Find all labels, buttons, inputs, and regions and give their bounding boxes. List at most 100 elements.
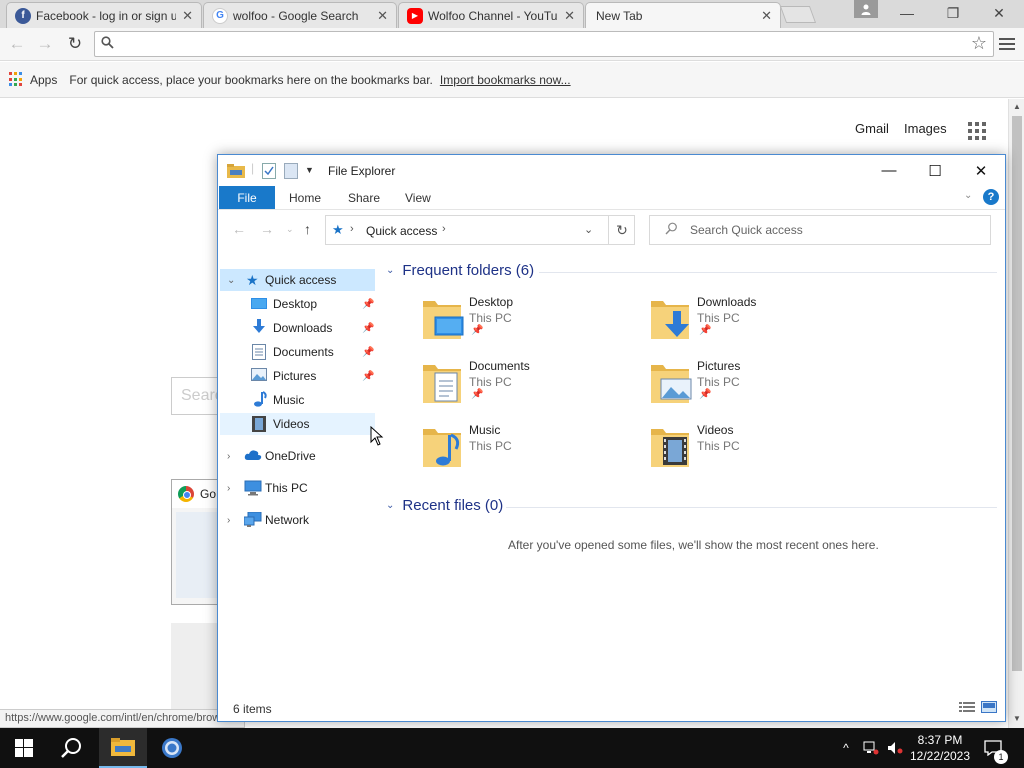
close-icon[interactable]: ✕ — [976, 2, 1022, 24]
pin-icon[interactable]: 📌 — [362, 347, 374, 358]
folder-tile-downloads[interactable]: Downloads This PC 📌 — [649, 295, 869, 351]
breadcrumb-chevron-icon[interactable]: › — [442, 223, 446, 235]
scroll-up-icon[interactable]: ▲ — [1013, 102, 1021, 111]
apps-shortcut[interactable]: Apps — [30, 73, 57, 87]
pin-icon[interactable]: 📌 — [362, 371, 374, 382]
tab-new-tab[interactable]: New Tab ✕ — [585, 2, 781, 28]
large-icons-view-icon[interactable] — [981, 701, 997, 715]
tab-youtube[interactable]: ▶ Wolfoo Channel - YouTube ✕ — [398, 2, 584, 28]
frequent-folders-header[interactable]: ⌄ Frequent folders (6) — [386, 262, 534, 279]
properties-icon[interactable] — [262, 163, 276, 182]
apps-grid-icon[interactable] — [9, 72, 24, 87]
network-status-icon[interactable] — [860, 728, 882, 768]
chevron-right-icon[interactable]: › — [227, 483, 230, 494]
pin-icon[interactable]: 📌 — [362, 299, 374, 310]
gmail-link[interactable]: Gmail — [855, 121, 889, 136]
search-icon[interactable] — [48, 728, 96, 768]
nav-network[interactable]: › Network — [220, 509, 375, 531]
pin-icon[interactable]: 📌 — [471, 389, 483, 400]
breadcrumb[interactable]: Quick access — [366, 224, 437, 238]
pin-icon[interactable]: 📌 — [471, 325, 483, 336]
new-tab-button[interactable] — [779, 6, 817, 23]
tab-home[interactable]: Home — [275, 186, 335, 209]
tab-google-search[interactable]: G wolfoo - Google Search ✕ — [203, 2, 397, 28]
close-icon[interactable]: ✕ — [182, 8, 193, 24]
recent-locations-icon[interactable]: ⌄ — [286, 224, 294, 235]
windows-start-icon[interactable] — [0, 728, 48, 768]
folder-icon — [421, 359, 465, 407]
help-icon[interactable]: ? — [983, 189, 999, 205]
chevron-down-icon[interactable]: ⌄ — [227, 275, 235, 286]
reload-icon[interactable]: ↻ — [64, 33, 86, 55]
folder-tile-music[interactable]: Music This PC — [421, 423, 641, 479]
volume-muted-icon[interactable] — [884, 728, 906, 768]
minimize-icon[interactable]: — — [866, 155, 912, 186]
folder-tile-videos[interactable]: Videos This PC — [649, 423, 869, 479]
nav-videos[interactable]: Videos — [220, 413, 375, 435]
folder-tile-desktop[interactable]: Desktop This PC 📌 — [421, 295, 641, 351]
pin-icon[interactable]: 📌 — [362, 323, 374, 334]
nav-this-pc[interactable]: › This PC — [220, 477, 375, 499]
profile-icon[interactable] — [854, 0, 878, 18]
scroll-down-icon[interactable]: ▼ — [1013, 714, 1021, 723]
restore-icon[interactable]: ❐ — [930, 2, 976, 24]
nav-onedrive[interactable]: › OneDrive — [220, 445, 375, 467]
nav-label: OneDrive — [265, 449, 316, 463]
omnibox-input[interactable] — [121, 35, 961, 53]
nav-quick-access[interactable]: ⌄ ★ Quick access — [220, 269, 375, 291]
close-icon[interactable]: ✕ — [377, 8, 388, 24]
pin-icon[interactable]: 📌 — [699, 325, 711, 336]
details-view-icon[interactable] — [959, 701, 975, 715]
recent-files-header[interactable]: ⌄ Recent files (0) — [386, 497, 503, 514]
breadcrumb-chevron-icon[interactable]: › — [350, 223, 354, 235]
up-arrow-icon[interactable]: ↑ — [304, 221, 311, 237]
tab-facebook[interactable]: f Facebook - log in or sign up ✕ — [6, 2, 202, 28]
bookmark-star-icon[interactable]: ☆ — [971, 33, 987, 54]
file-explorer-taskbar-icon[interactable] — [99, 728, 147, 768]
tab-share[interactable]: Share — [334, 186, 394, 209]
expand-ribbon-icon[interactable]: ⌄ — [964, 190, 972, 201]
google-apps-icon[interactable] — [968, 122, 986, 140]
scrollbar-thumb[interactable] — [1012, 116, 1022, 671]
file-explorer-window: | ▼ File Explorer — ☐ ✕ File Home Share … — [217, 154, 1006, 722]
tab-file[interactable]: File — [219, 186, 275, 209]
refresh-icon[interactable]: ↻ — [608, 216, 635, 244]
chrome-menu-icon[interactable] — [999, 34, 1015, 54]
close-icon[interactable]: ✕ — [564, 8, 575, 24]
nav-documents[interactable]: Documents 📌 — [220, 341, 375, 363]
new-folder-icon[interactable] — [284, 163, 298, 182]
images-link[interactable]: Images — [904, 121, 947, 136]
system-clock[interactable]: 8:37 PM 12/22/2023 — [908, 732, 972, 764]
minimize-icon[interactable]: — — [884, 2, 930, 24]
page-scrollbar[interactable]: ▲ ▼ — [1008, 99, 1024, 728]
tab-view[interactable]: View — [391, 186, 445, 209]
chevron-down-icon[interactable]: ⌄ — [386, 265, 394, 276]
close-icon[interactable]: ✕ — [761, 8, 772, 24]
pin-icon[interactable]: 📌 — [699, 389, 711, 400]
folder-tile-pictures[interactable]: Pictures This PC 📌 — [649, 359, 869, 415]
group-divider — [539, 272, 997, 273]
chevron-right-icon[interactable]: › — [227, 515, 230, 526]
close-icon[interactable]: ✕ — [958, 155, 1004, 186]
nav-desktop[interactable]: Desktop 📌 — [220, 293, 375, 315]
nav-downloads[interactable]: Downloads 📌 — [220, 317, 375, 339]
chevron-down-icon[interactable]: ⌄ — [584, 223, 593, 236]
back-arrow-icon[interactable]: ← — [6, 33, 28, 55]
chrome-taskbar-icon[interactable] — [148, 728, 196, 768]
omnibox[interactable]: ☆ — [94, 31, 994, 57]
maximize-icon[interactable]: ☐ — [912, 155, 958, 186]
explorer-search-box[interactable] — [649, 215, 991, 245]
chevron-down-icon[interactable]: ⌄ — [386, 500, 394, 511]
nav-music[interactable]: Music — [220, 389, 375, 411]
forward-arrow-icon[interactable]: → — [34, 33, 56, 55]
back-arrow-icon[interactable]: ← — [232, 221, 246, 237]
address-bar[interactable]: ★ › Quick access › ⌄ ↻ — [325, 215, 635, 245]
show-hidden-icons-icon[interactable]: ^ — [836, 728, 856, 768]
forward-arrow-icon[interactable]: → — [260, 221, 274, 237]
chevron-right-icon[interactable]: › — [227, 451, 230, 462]
nav-pictures[interactable]: Pictures 📌 — [220, 365, 375, 387]
import-bookmarks-link[interactable]: Import bookmarks now... — [440, 73, 571, 87]
customize-toolbar-icon[interactable]: ▼ — [305, 165, 314, 175]
folder-tile-documents[interactable]: Documents This PC 📌 — [421, 359, 641, 415]
search-input[interactable] — [690, 223, 980, 237]
